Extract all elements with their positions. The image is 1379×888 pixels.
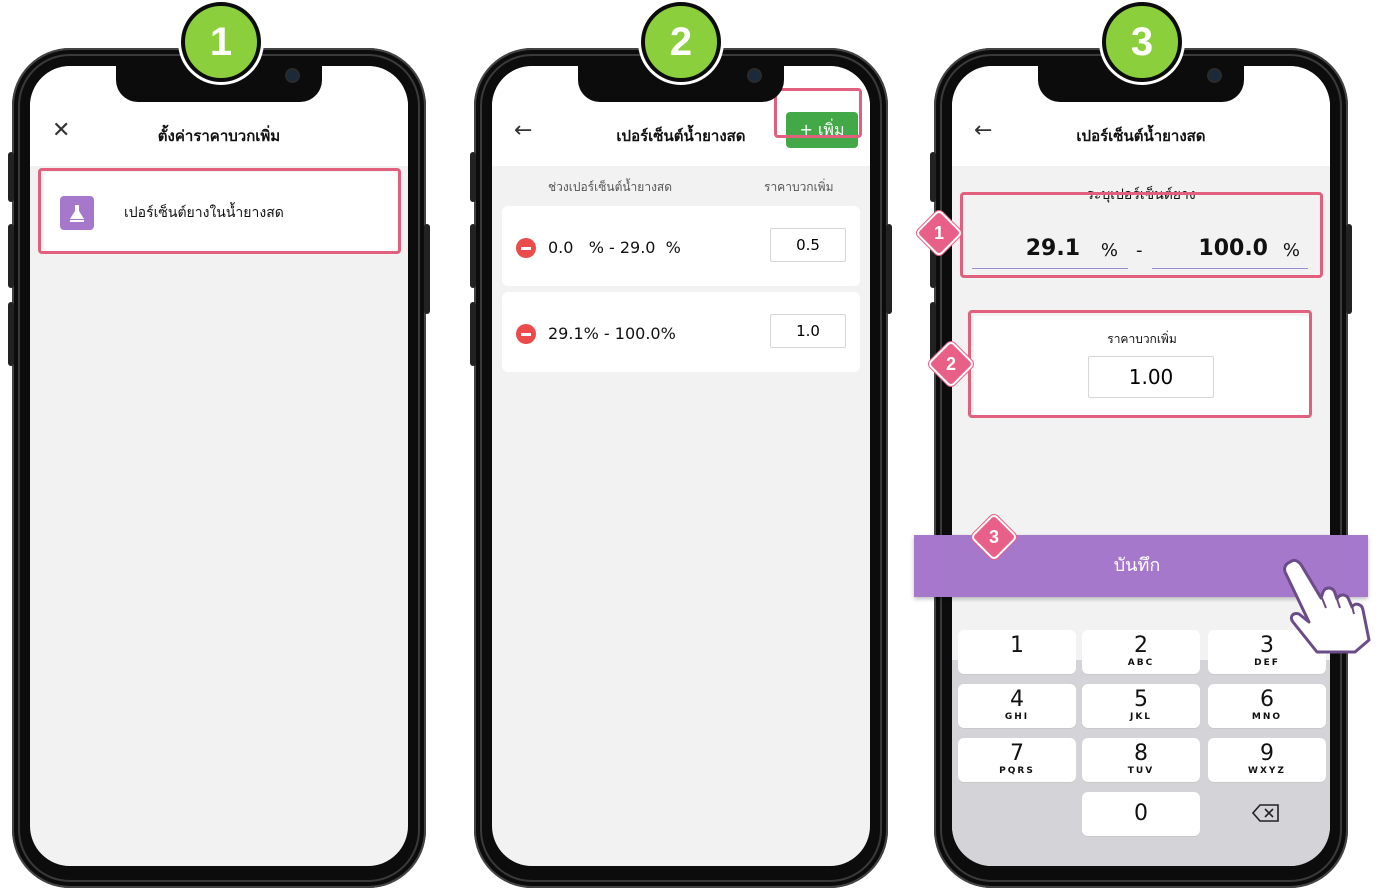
list-item: 0.0 % - 29.0 % — [502, 206, 860, 286]
save-button-label: บันทึก — [1113, 555, 1161, 576]
highlight-box — [968, 310, 1312, 418]
screen-3: ← เปอร์เซ็นต์น้ำยางสด ระบุเปอร์เซ็นต์ยาง… — [952, 66, 1330, 866]
phone-frame-3: ← เปอร์เซ็นต์น้ำยางสด ระบุเปอร์เซ็นต์ยาง… — [930, 48, 1352, 888]
step-badge-2: 2 — [641, 2, 721, 82]
list-item: 29.1% - 100.0% — [502, 292, 860, 372]
highlight-box — [960, 192, 1323, 278]
minus-circle-icon[interactable] — [516, 324, 536, 344]
screen-2: ← เปอร์เซ็นต์น้ำยางสด + เพิ่ม ช่วงเปอร์เ… — [492, 66, 870, 866]
key-5[interactable]: 5 JKL — [1082, 684, 1200, 728]
step-badge-1: 1 — [181, 2, 261, 82]
price-input[interactable] — [770, 228, 846, 262]
page-title: ตั้งค่าราคาบวกเพิ่ม — [157, 127, 281, 145]
key-4[interactable]: 4 GHI — [958, 684, 1076, 728]
range-text: 0.0 % - 29.0 % — [548, 238, 681, 257]
phone-frame-2: ← เปอร์เซ็นต์น้ำยางสด + เพิ่ม ช่วงเปอร์เ… — [470, 48, 892, 888]
key-2[interactable]: 2 ABC — [1082, 630, 1200, 674]
key-9[interactable]: 9 WXYZ — [1208, 738, 1326, 782]
page-title: เปอร์เซ็นต์น้ำยางสด — [1076, 127, 1206, 145]
key-7[interactable]: 7 PQRS — [958, 738, 1076, 782]
column-header-price: ราคาบวกเพิ่ม — [764, 180, 834, 194]
minus-circle-icon[interactable] — [516, 238, 536, 258]
step-badge-3: 3 — [1102, 2, 1182, 82]
highlight-box — [38, 168, 401, 254]
column-header-range: ช่วงเปอร์เซ็นต์น้ำยางสด — [548, 180, 673, 194]
backspace-icon[interactable] — [1251, 804, 1280, 822]
key-1[interactable]: 1 — [958, 630, 1076, 674]
key-6[interactable]: 6 MNO — [1208, 684, 1326, 728]
key-8[interactable]: 8 TUV — [1082, 738, 1200, 782]
hand-pointer-icon — [1272, 552, 1376, 656]
range-text: 29.1% - 100.0% — [548, 324, 676, 343]
key-0[interactable]: 0 — [1082, 792, 1200, 836]
highlight-box — [774, 88, 862, 138]
price-input[interactable] — [770, 314, 846, 348]
